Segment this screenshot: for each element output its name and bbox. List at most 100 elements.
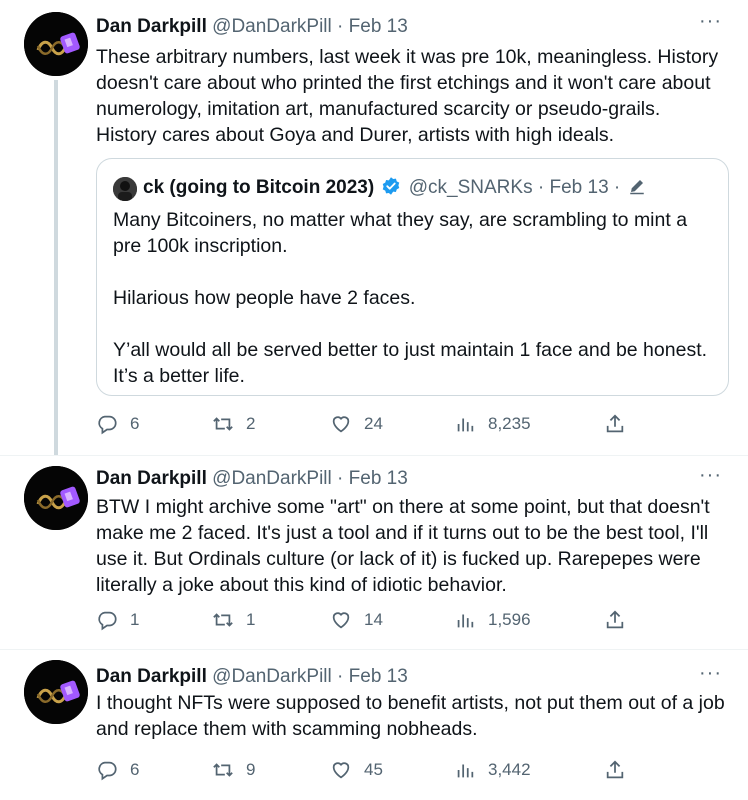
tweet-header: Dan Darkpill @DanDarkPill · Feb 13 (96, 664, 408, 690)
tweet-text-line: doesn't care about who printed the first… (96, 72, 711, 94)
tweet-date[interactable]: Feb 13 (349, 666, 408, 687)
share-icon (606, 414, 624, 433)
reply-icon (98, 761, 117, 781)
thread-connector-line (54, 80, 58, 455)
share-button[interactable] (604, 756, 638, 784)
like-button[interactable]: 45 (330, 756, 383, 784)
retweet-icon (213, 763, 233, 777)
tweet-1[interactable]: Dan Darkpill @DanDarkPill · Feb 13 ··· T… (0, 0, 748, 455)
views-button[interactable]: 3,442 (454, 756, 531, 784)
tweet-header: Dan Darkpill @DanDarkPill · Feb 13 (96, 466, 408, 492)
like-count: 14 (364, 610, 383, 629)
tweet-text-line: make me 2 faced. It's just a tool and if… (96, 522, 709, 544)
quoted-header-separator: · (537, 177, 545, 198)
tweet-text: BTW I might archive some "art" on there … (96, 494, 726, 598)
reply-count: 1 (130, 610, 140, 629)
tweet-text-line: numerology, imitation art, manufactured … (96, 98, 661, 120)
like-button[interactable]: 24 (330, 410, 383, 438)
retweet-button[interactable]: 9 (212, 756, 255, 784)
share-icon (606, 760, 624, 779)
tweet-header: Dan Darkpill @DanDarkPill · Feb 13 (96, 14, 408, 40)
tweet-date[interactable]: Feb 13 (349, 16, 408, 37)
heart-icon (332, 416, 350, 433)
quoted-text-line: pre 100k inscription. (113, 235, 288, 257)
author-name[interactable]: Dan Darkpill (96, 16, 207, 37)
retweet-button[interactable]: 2 (212, 410, 255, 438)
tweet-date[interactable]: Feb 13 (349, 468, 408, 489)
retweet-button[interactable]: 1 (212, 606, 255, 634)
quoted-avatar-image (113, 177, 137, 201)
more-options-icon[interactable]: ··· (699, 464, 722, 487)
share-icon (606, 610, 624, 629)
tweet-text: I thought NFTs were supposed to benefit … (96, 690, 726, 742)
retweet-count: 1 (246, 610, 256, 629)
reply-button[interactable]: 6 (96, 756, 139, 784)
tweet-text-line: and replace them with scamming nobheads. (96, 718, 478, 740)
like-count: 45 (364, 760, 383, 779)
author-handle[interactable]: @DanDarkPill (212, 666, 332, 687)
author-handle[interactable]: @DanDarkPill (212, 468, 332, 489)
views-bar-chart-icon (457, 764, 474, 778)
tweet-text-line: literally a joke about this kind of idio… (96, 574, 507, 596)
avatar-image (24, 466, 88, 530)
author-handle[interactable]: @DanDarkPill (212, 16, 332, 37)
like-count: 24 (364, 414, 383, 433)
reply-count: 6 (130, 760, 140, 779)
quoted-tweet-date[interactable]: Feb 13 (549, 177, 608, 198)
tweet-text-line: I thought NFTs were supposed to benefit … (96, 692, 725, 714)
tweet-3[interactable]: Dan Darkpill @DanDarkPill · Feb 13 ··· I… (0, 650, 748, 800)
quoted-paragraph: Many Bitcoiners, no matter what they say… (113, 207, 713, 259)
quoted-tweet-header: ck (going to Bitcoin 2023) @ck_SNARKs · … (143, 175, 646, 201)
quoted-text-line: Y’all would all be served better to just… (113, 339, 708, 361)
views-button[interactable]: 8,235 (454, 410, 531, 438)
reply-icon (98, 611, 117, 631)
like-button[interactable]: 14 (330, 606, 383, 634)
author-name[interactable]: Dan Darkpill (96, 666, 207, 687)
verified-badge-icon (383, 177, 400, 195)
quoted-author-handle[interactable]: @ck_SNARKs (409, 177, 533, 198)
tweet-text-line: use it. But Ordinals culture (or lack of… (96, 548, 701, 570)
retweet-count: 2 (246, 414, 256, 433)
tweet-actions: 6 2 24 8,235 (96, 410, 636, 438)
view-count: 1,596 (488, 610, 531, 629)
tweet-text-line: These arbitrary numbers, last week it wa… (96, 46, 719, 68)
avatar-image (24, 660, 88, 724)
author-avatar[interactable] (24, 466, 88, 530)
heart-icon (332, 612, 350, 629)
quoted-tweet-text: Many Bitcoiners, no matter what they say… (113, 207, 713, 389)
quoted-author-avatar[interactable] (113, 177, 137, 201)
views-bar-chart-icon (457, 418, 474, 432)
edited-pen-icon[interactable] (628, 177, 646, 195)
tweet-actions: 1 1 14 1,596 (96, 606, 636, 634)
heart-icon (332, 762, 350, 779)
reply-button[interactable]: 6 (96, 410, 139, 438)
quoted-text-line: It’s a better life. (113, 365, 245, 387)
quoted-paragraph: Y’all would all be served better to just… (113, 337, 713, 389)
quoted-text-line: Many Bitcoiners, no matter what they say… (113, 209, 688, 231)
share-button[interactable] (604, 606, 638, 634)
share-button[interactable] (604, 410, 638, 438)
reply-button[interactable]: 1 (96, 606, 139, 634)
view-count: 8,235 (488, 414, 531, 433)
view-count: 3,442 (488, 760, 531, 779)
avatar-image (24, 12, 88, 76)
quoted-author-name[interactable]: ck (going to Bitcoin 2023) (143, 177, 374, 198)
author-name[interactable]: Dan Darkpill (96, 468, 207, 489)
tweet-text-line: History cares about Goya and Durer, arti… (96, 124, 615, 146)
reply-icon (98, 415, 117, 435)
more-options-icon[interactable]: ··· (699, 10, 722, 33)
header-separator: · (337, 666, 344, 687)
views-button[interactable]: 1,596 (454, 606, 531, 634)
reply-count: 6 (130, 414, 140, 433)
retweet-icon (213, 417, 233, 431)
author-avatar[interactable] (24, 12, 88, 76)
author-avatar[interactable] (24, 660, 88, 724)
retweet-count: 9 (246, 760, 256, 779)
retweet-icon (213, 613, 233, 627)
tweet-2[interactable]: Dan Darkpill @DanDarkPill · Feb 13 ··· B… (0, 456, 748, 649)
tweet-actions: 6 9 45 3,442 (96, 756, 636, 784)
views-bar-chart-icon (457, 614, 474, 628)
quoted-text-line: Hilarious how people have 2 faces. (113, 287, 416, 309)
more-options-icon[interactable]: ··· (699, 662, 722, 685)
quoted-tweet[interactable]: ck (going to Bitcoin 2023) @ck_SNARKs · … (96, 158, 729, 396)
